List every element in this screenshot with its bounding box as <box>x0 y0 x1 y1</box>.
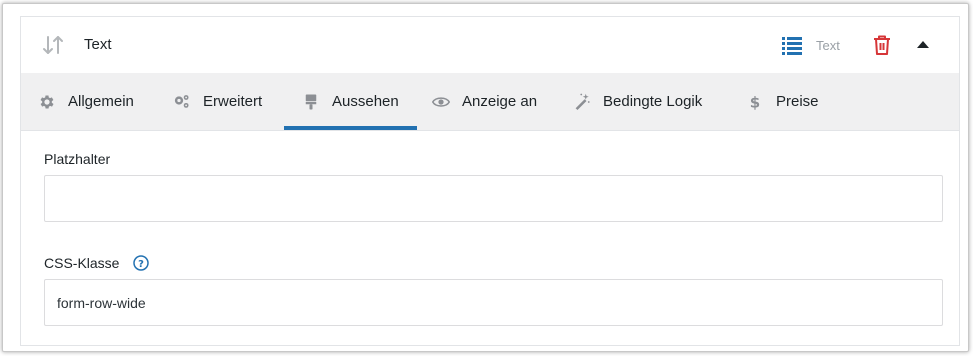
css-class-input[interactable] <box>44 279 943 326</box>
question-circle-icon[interactable]: ? <box>133 255 149 271</box>
placeholder-input[interactable] <box>44 175 943 222</box>
placeholder-label: Platzhalter <box>44 151 111 167</box>
caret-up-icon[interactable] <box>916 40 930 50</box>
list-icon[interactable] <box>782 36 802 56</box>
tab-label: Bedingte Logik <box>603 93 703 110</box>
svg-text:?: ? <box>138 259 144 270</box>
field-header[interactable]: Text Text <box>21 17 959 74</box>
tab-label: Preise <box>776 93 819 110</box>
screenshot-frame: Text Text Allgemein Erweitert Aussehen A… <box>2 3 969 352</box>
tab-erweitert[interactable]: Erweitert <box>173 73 262 130</box>
tab-anzeige-an[interactable]: Anzeige an <box>432 73 537 130</box>
eye-icon <box>432 96 450 107</box>
gear-icon <box>40 94 54 109</box>
field-type-label: Text <box>816 38 840 53</box>
trash-icon[interactable] <box>873 35 891 55</box>
tab-label: Allgemein <box>68 93 134 110</box>
tab-bedingte-logik[interactable]: Bedingte Logik <box>573 73 702 130</box>
field-panel: Text Text Allgemein Erweitert Aussehen A… <box>20 16 960 346</box>
gears-icon <box>174 94 189 108</box>
tab-label: Anzeige an <box>462 93 538 110</box>
tab-aussehen[interactable]: Aussehen <box>284 73 417 130</box>
svg-text:$: $ <box>750 93 760 111</box>
magic-wand-icon <box>575 93 590 110</box>
tab-label: Aussehen <box>332 93 399 110</box>
css-class-label: CSS-Klasse <box>44 255 120 271</box>
dollar-icon: $ <box>750 93 760 111</box>
tab-preise[interactable]: $ Preise <box>746 73 819 130</box>
tab-bar: Allgemein Erweitert Aussehen Anzeige an … <box>21 73 959 131</box>
sort-arrows-icon[interactable] <box>42 34 64 56</box>
paintbrush-icon <box>305 94 317 109</box>
tab-allgemein[interactable]: Allgemein <box>38 73 134 130</box>
tab-label: Erweitert <box>203 93 263 110</box>
field-title: Text <box>84 36 112 53</box>
